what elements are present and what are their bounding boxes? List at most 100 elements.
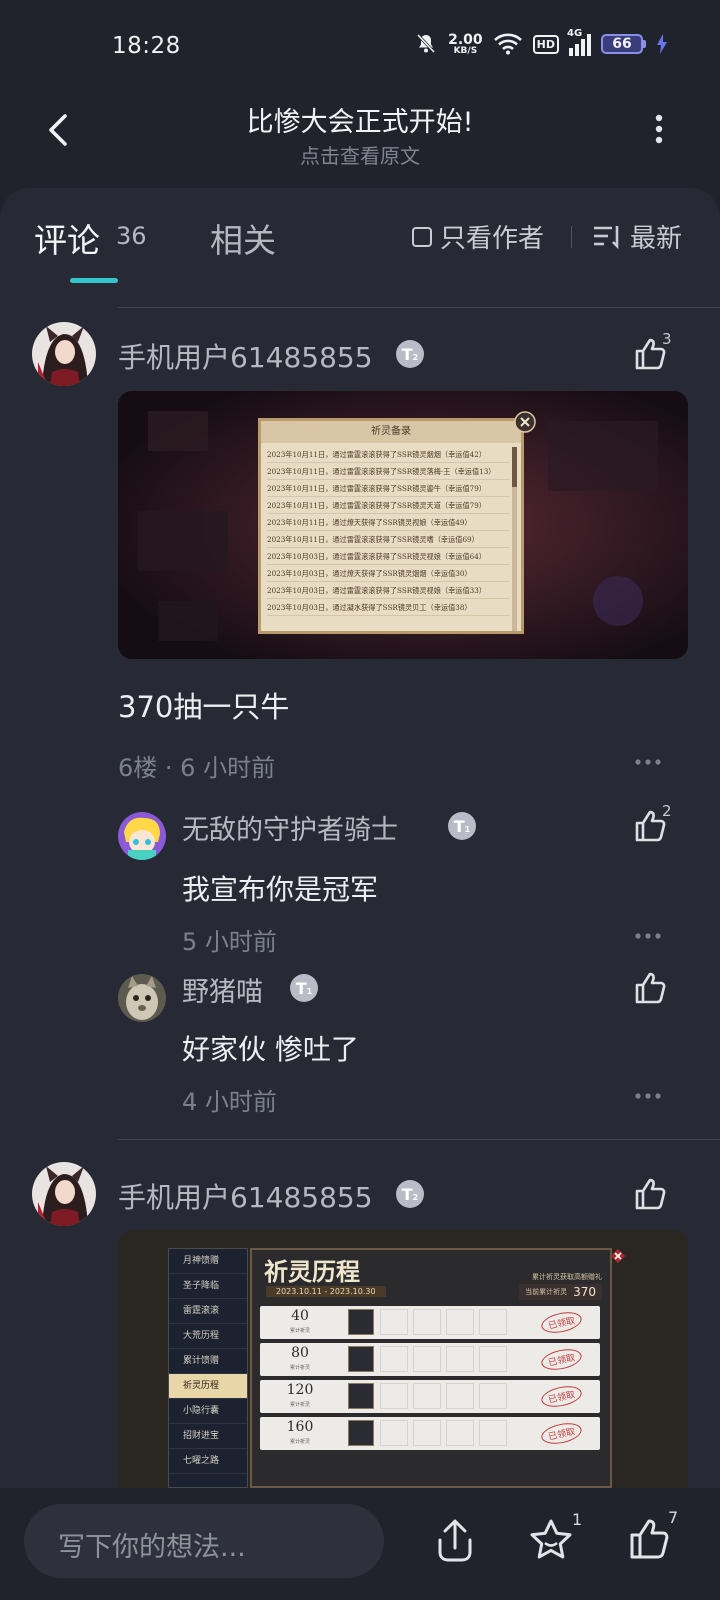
sort-toggle[interactable]: 最新 (592, 218, 682, 255)
comment-meta: 6楼 · 6 小时前 (118, 748, 275, 783)
like-count: 2 (662, 802, 672, 820)
bottom-bar: 写下你的想法... 1 7 (0, 1488, 720, 1600)
view-original-link[interactable]: 点击查看原文 (0, 140, 720, 169)
battery-icon: 66 (601, 34, 646, 54)
progress-title: 祈灵历程 (264, 1257, 360, 1286)
bell-muted-icon (417, 33, 436, 54)
record-row: 2023年10月03日，通过燎天获得了SSR镜灵烟烟（幸运值30） (267, 565, 509, 582)
reward-slot (380, 1309, 408, 1335)
progress-date: 2023.10.11 - 2023.10.30 (266, 1286, 386, 1297)
user-level-badge: T1 (290, 974, 318, 1002)
claimed-stamp: 已领取 (539, 1308, 584, 1337)
total-label: 当前累计祈灵 (525, 1288, 568, 1296)
record-row: 2023年10月03日，通过雷霆滚滚获得了SSR镜灵视娘（幸运值64） (267, 548, 509, 565)
comment-username[interactable]: 手机用户61485855 (118, 336, 373, 376)
claimed-stamp: 已领取 (539, 1419, 584, 1448)
reward-slot (413, 1420, 441, 1446)
like-icon[interactable] (632, 970, 668, 1006)
record-row: 2023年10月11日，通过雷霆滚滚获得了SSR镜灵天道（幸运值79） (267, 497, 509, 514)
star-count: 1 (572, 1510, 583, 1529)
comment-time: · 6 小时前 (164, 754, 276, 782)
tab-comments[interactable]: 评论 (34, 214, 100, 262)
record-row: 2023年10月03日，通过雷霆滚滚获得了SSR镜灵视娘（幸运值33） (267, 582, 509, 599)
reply-username[interactable]: 野猪喵 (182, 970, 263, 1009)
game-menu-item: 雷霆滚滚 (169, 1299, 247, 1324)
milestone-row: 80 累计祈灵 已领取 (260, 1343, 600, 1376)
milestone-row: 120 累计祈灵 已领取 (260, 1380, 600, 1413)
comment-image[interactable]: 月神馈赠 圣子降临 雷霆滚滚 大荒历程 累计馈赠 祈灵历程 小隐行囊 招财进宝 七曜之路 祈灵历… (118, 1230, 688, 1488)
like-count: 3 (662, 330, 672, 348)
author-only-label: 只看作者 (440, 224, 545, 254)
record-row: 2023年10月11日，通过雷霆滚滚获得了SSR镜灵嗜（幸运值69） (267, 531, 509, 548)
game-menu-item: 圣子降临 (169, 1274, 247, 1299)
comment-input-placeholder: 写下你的想法... (58, 1532, 246, 1563)
active-tab-indicator (70, 278, 118, 283)
like-icon[interactable] (632, 1176, 668, 1212)
user-level-badge: T2 (396, 1180, 424, 1208)
star-icon[interactable] (528, 1518, 574, 1564)
reward-slot (446, 1309, 474, 1335)
comment-username[interactable]: 手机用户61485855 (118, 1176, 373, 1216)
milestone-row: 160 累计祈灵 已领取 (260, 1417, 600, 1450)
record-scrollbar (512, 447, 517, 631)
milestone-value: 80 (291, 1345, 309, 1361)
close-icon[interactable] (608, 1246, 628, 1266)
game-menu-item: 大荒历程 (169, 1324, 247, 1349)
milestone-list: 40 累计祈灵 已领取 80 累计祈灵 已领取 120 累计祈灵 已领取 160 累计祈灵 已领取 (260, 1306, 600, 1454)
record-row: 2023年10月11日，通过雷霆滚滚获得了SSR镜灵落梅·王（幸运值13） (267, 463, 509, 480)
reward-slot (479, 1346, 507, 1372)
like-icon[interactable] (626, 1516, 672, 1562)
progress-panel: 祈灵历程 2023.10.11 - 2023.10.30 累计祈灵获取高额赠礼 … (250, 1248, 612, 1488)
milestone-value: 120 (286, 1382, 314, 1398)
reward-item (348, 1346, 374, 1372)
comment-divider (118, 1139, 720, 1140)
milestone-label: 累计祈灵 (289, 1365, 310, 1371)
close-icon[interactable] (514, 411, 536, 433)
reply-time: 5 小时前 (182, 928, 277, 956)
avatar[interactable] (118, 812, 166, 860)
record-row: 2023年10月03日，通过凝水获得了SSR镜灵贝工（幸运值38） (267, 599, 509, 616)
game-menu-item: 月神馈赠 (169, 1249, 247, 1274)
claimed-stamp: 已领取 (539, 1382, 584, 1411)
more-options-icon[interactable] (654, 114, 664, 144)
sort-label: 最新 (630, 224, 683, 254)
author-only-toggle[interactable]: 只看作者 (412, 218, 544, 255)
avatar[interactable] (32, 1162, 96, 1226)
reward-slot (413, 1383, 441, 1409)
reply-more-icon[interactable] (634, 1092, 662, 1100)
tab-related[interactable]: 相关 (210, 214, 276, 262)
reward-slot (479, 1309, 507, 1335)
comments-sheet: 评论 36 相关 只看作者 最新 手机用户61485855 T2 3 祈灵备录 … (0, 188, 720, 1600)
signal-icon: 4G (567, 28, 591, 56)
game-menu: 月神馈赠 圣子降临 雷霆滚滚 大荒历程 累计馈赠 祈灵历程 小隐行囊 招财进宝 七曜之路 (168, 1248, 248, 1488)
reply-more-icon[interactable] (634, 932, 662, 940)
floor-number: 6楼 (118, 754, 158, 782)
reward-slot (380, 1346, 408, 1372)
reply-time: 4 小时前 (182, 1088, 277, 1116)
milestone-label: 累计祈灵 (289, 1439, 310, 1445)
author-only-checkbox[interactable] (412, 226, 432, 247)
reply-username[interactable]: 无敌的守护者骑士 (182, 808, 398, 847)
game-menu-item: 累计馈赠 (169, 1349, 247, 1374)
comment-more-icon[interactable] (634, 758, 662, 766)
claimed-stamp: 已领取 (539, 1345, 584, 1374)
user-level-badge: T2 (396, 340, 424, 368)
share-icon[interactable] (432, 1518, 478, 1564)
avatar[interactable] (118, 974, 166, 1022)
status-icons: 2.00 KB/S HD 4G 66 (414, 28, 668, 56)
record-panel-title: 祈灵备录 (261, 421, 521, 443)
comments-count: 36 (116, 222, 147, 250)
game-menu-item: 招财进宝 (169, 1424, 247, 1449)
avatar[interactable] (32, 322, 96, 386)
top-header: 比惨大会正式开始! 点击查看原文 (0, 96, 720, 188)
milestone-value: 40 (291, 1308, 309, 1324)
record-list: 2023年10月11日，通过雷霆滚滚获得了SSR镜灵烟烟（幸运值42） 2023年… (261, 443, 521, 616)
reward-slot (479, 1420, 507, 1446)
comment-text: 370抽一只牛 (118, 690, 290, 724)
milestone-value: 160 (286, 1419, 314, 1435)
milestone-row: 40 累计祈灵 已领取 (260, 1306, 600, 1339)
comment-input[interactable]: 写下你的想法... (24, 1504, 384, 1578)
record-panel: 祈灵备录 2023年10月11日，通过雷霆滚滚获得了SSR镜灵烟烟（幸运值42）… (258, 418, 524, 634)
comment-image[interactable]: 祈灵备录 2023年10月11日，通过雷霆滚滚获得了SSR镜灵烟烟（幸运值42）… (118, 391, 688, 659)
reward-item (348, 1420, 374, 1446)
